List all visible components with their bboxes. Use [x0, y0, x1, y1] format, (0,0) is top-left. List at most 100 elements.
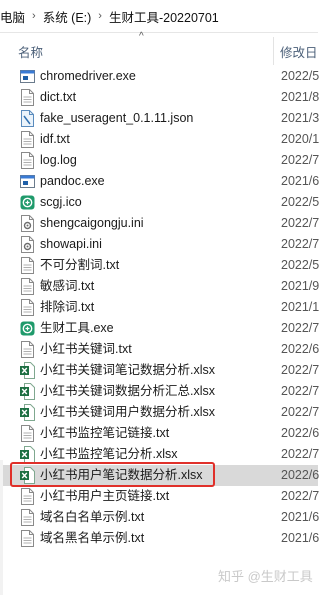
file-name: 小红书关键词用户数据分析.xlsx	[40, 405, 216, 419]
file-row[interactable]: 小红书关键词笔记数据分析.xlsx 2022/7	[0, 360, 320, 381]
file-row[interactable]: showapi.ini 2022/7	[0, 234, 320, 255]
file-modified-date: 2022/7	[281, 384, 320, 398]
file-name: 域名白名单示例.txt	[40, 510, 145, 524]
file-row[interactable]: log.log 2022/7	[0, 150, 320, 171]
file-modified-date: 2022/6	[281, 342, 320, 356]
file-modified-date: 2022/5	[281, 195, 320, 209]
excel-icon	[20, 467, 35, 484]
breadcrumb-drive-e[interactable]: 系统 (E:)	[43, 7, 92, 26]
breadcrumb-current-folder[interactable]: 生财工具-20220701	[109, 7, 219, 26]
file-modified-date: 2021/3	[281, 111, 320, 125]
file-modified-date: 2020/1	[281, 132, 320, 146]
app-icon	[20, 194, 35, 211]
exe-icon	[20, 68, 35, 85]
file-row[interactable]: 小红书关键词数据分析汇总.xlsx 2022/7	[0, 381, 320, 402]
file-row[interactable]: 小红书用户笔记数据分析.xlsx 2022/6	[0, 462, 320, 487]
txt-icon	[20, 131, 35, 148]
file-row[interactable]: idf.txt 2020/1	[0, 129, 320, 150]
file-modified-date: 2022/7	[281, 405, 320, 419]
file-modified-date: 2021/6	[281, 510, 320, 524]
file-modified-date: 2021/6	[281, 531, 320, 545]
file-name: 域名黑名单示例.txt	[40, 531, 145, 545]
file-modified-date: 2022/7	[281, 153, 320, 167]
file-modified-date: 2022/5	[281, 69, 320, 83]
file-name: 生财工具.exe	[40, 321, 114, 335]
watermark: 知乎 @生财工具	[218, 569, 313, 584]
file-modified-date: 2022/6	[281, 468, 320, 482]
file-row[interactable]: 小红书关键词.txt 2022/6	[0, 339, 320, 360]
excel-icon	[20, 446, 35, 463]
exe-icon	[20, 173, 35, 190]
file-row[interactable]: fake_useragent_0.1.11.json 2021/3	[0, 108, 320, 129]
file-name: 排除词.txt	[40, 300, 95, 314]
txt-icon	[20, 488, 35, 505]
file-row[interactable]: 敏感词.txt 2021/9	[0, 276, 320, 297]
sort-ascending-icon: ^	[139, 31, 144, 42]
file-name: dict.txt	[40, 90, 77, 104]
file-row[interactable]: shengcaigongju.ini 2022/7	[0, 213, 320, 234]
file-name: 小红书关键词数据分析汇总.xlsx	[40, 384, 216, 398]
json-icon	[20, 110, 35, 127]
file-name: fake_useragent_0.1.11.json	[40, 111, 194, 125]
file-row[interactable]: 域名黑名单示例.txt 2021/6	[0, 528, 320, 549]
file-modified-date: 2022/6	[281, 426, 320, 440]
chevron-right-icon: ›	[32, 10, 36, 22]
file-row[interactable]: pandoc.exe 2021/6	[0, 171, 319, 192]
txt-icon	[20, 89, 35, 106]
txt-icon	[20, 152, 35, 169]
file-name: log.log	[40, 153, 77, 167]
txt-icon	[20, 278, 35, 295]
file-row[interactable]: scgj.ico 2022/5	[0, 192, 320, 213]
file-modified-date: 2022/7	[281, 489, 320, 503]
ini-icon	[20, 236, 35, 253]
file-modified-date: 2022/7	[281, 237, 320, 251]
file-row[interactable]: 不可分割词.txt 2022/5	[0, 255, 320, 276]
column-name-header[interactable]: 名称	[18, 42, 43, 61]
file-modified-date: 2022/7	[281, 447, 320, 461]
file-row[interactable]: 生财工具.exe 2022/7	[0, 318, 320, 339]
file-row[interactable]: 小红书关键词用户数据分析.xlsx 2022/7	[0, 402, 320, 423]
ini-icon	[20, 215, 35, 232]
file-modified-date: 2021/9	[281, 279, 320, 293]
column-divider[interactable]	[273, 37, 274, 65]
breadcrumb-this-pc[interactable]: 电脑	[0, 7, 25, 26]
file-row[interactable]: 小红书监控笔记链接.txt 2022/6	[0, 423, 320, 444]
txt-icon	[20, 509, 35, 526]
file-name: 敏感词.txt	[40, 279, 95, 293]
file-list: chromedriver.exe 2022/5 dict.txt 2021/8 fake…	[0, 66, 320, 549]
file-name: scgj.ico	[40, 195, 82, 209]
txt-icon	[20, 299, 35, 316]
file-name: 小红书监控笔记分析.xlsx	[40, 447, 178, 461]
file-row[interactable]: chromedriver.exe 2022/5	[0, 66, 320, 87]
column-header: ^ 名称 修改日	[0, 31, 318, 65]
file-name: 小红书监控笔记链接.txt	[40, 426, 170, 440]
txt-icon	[20, 530, 35, 547]
file-modified-date: 2021/1	[281, 300, 320, 314]
column-date-header[interactable]: 修改日	[280, 42, 318, 61]
file-row[interactable]: 域名白名单示例.txt 2021/6	[0, 507, 320, 528]
file-row[interactable]: dict.txt 2021/8	[0, 87, 320, 108]
file-name: shengcaigongju.ini	[40, 216, 144, 230]
file-row[interactable]: 小红书监控笔记分析.xlsx 2022/7	[0, 444, 320, 465]
file-name: showapi.ini	[40, 237, 102, 251]
file-name: 小红书用户笔记数据分析.xlsx	[40, 468, 203, 482]
file-name: chromedriver.exe	[40, 69, 136, 83]
chevron-right-icon: ›	[98, 10, 102, 22]
address-bar[interactable]: 电脑 › 系统 (E:) › 生财工具-20220701	[0, 0, 318, 33]
excel-icon	[20, 383, 35, 400]
file-row[interactable]: 排除词.txt 2021/1	[0, 297, 320, 318]
app-icon	[20, 320, 35, 337]
file-name: pandoc.exe	[40, 174, 105, 188]
txt-icon	[20, 257, 35, 274]
file-name: 小红书关键词.txt	[40, 342, 132, 356]
txt-icon	[20, 341, 35, 358]
excel-icon	[20, 362, 35, 379]
file-modified-date: 2022/7	[281, 216, 320, 230]
file-modified-date: 2022/7	[281, 321, 320, 335]
file-row[interactable]: 小红书用户主页链接.txt 2022/7	[0, 486, 320, 507]
file-modified-date: 2022/7	[281, 363, 320, 377]
file-modified-date: 2021/8	[281, 90, 320, 104]
window-edge	[0, 460, 3, 595]
file-name: 小红书关键词笔记数据分析.xlsx	[40, 363, 216, 377]
file-modified-date: 2022/5	[281, 258, 320, 272]
